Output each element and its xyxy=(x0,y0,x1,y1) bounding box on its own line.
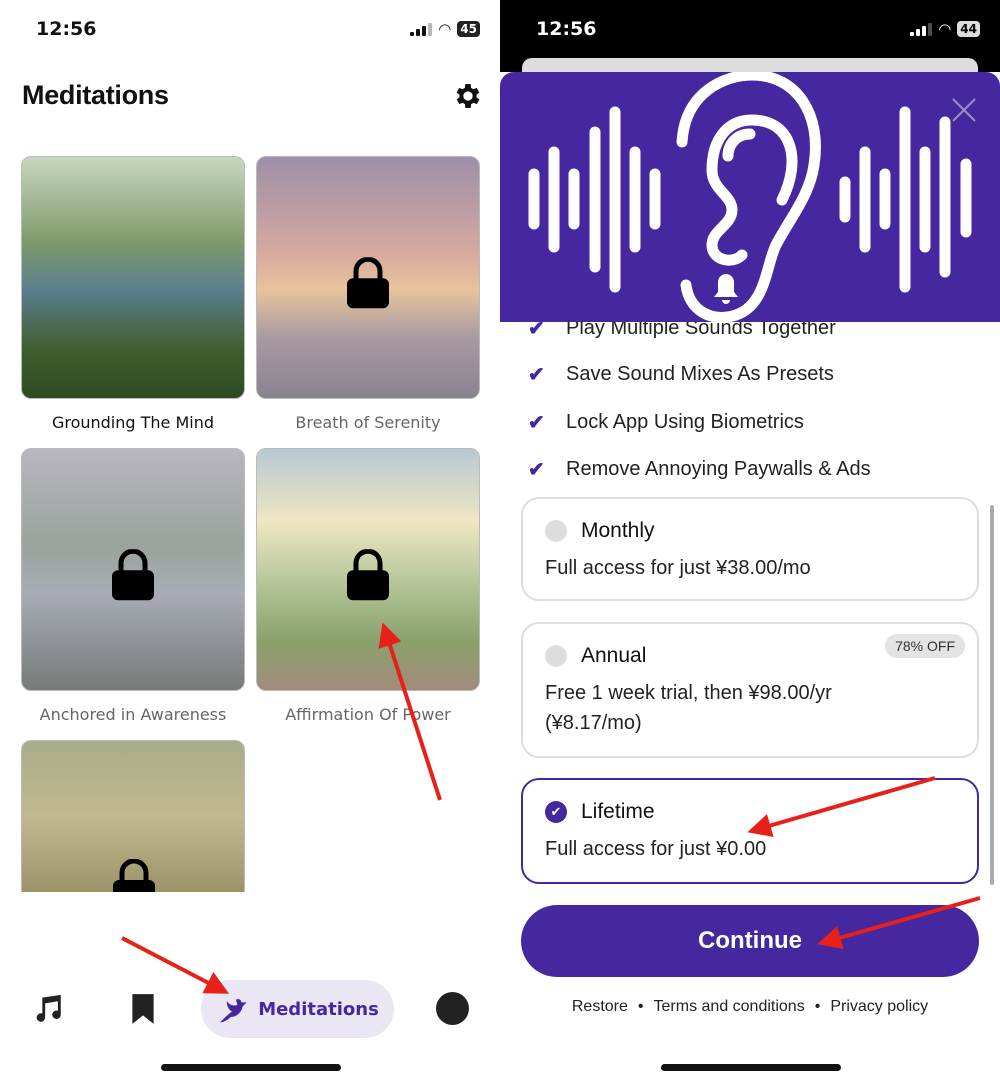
plan-annual[interactable]: 78% OFF Annual Free 1 week trial, then ¥… xyxy=(521,622,979,758)
signal-icon xyxy=(410,22,433,36)
check-icon: ✔ xyxy=(528,364,545,386)
gear-icon[interactable] xyxy=(452,80,484,112)
meditation-card[interactable] xyxy=(256,156,480,399)
lock-icon xyxy=(112,548,154,600)
card-label: Affirmation Of Power xyxy=(285,705,451,724)
card-label: Grounding The Mind xyxy=(51,413,215,432)
nav-meditations-label: Meditations xyxy=(258,998,379,1020)
plan-name: Annual xyxy=(581,644,647,667)
ear-soundwave-icon xyxy=(528,72,972,322)
page-title: Meditations xyxy=(22,80,169,110)
check-icon: ✔ xyxy=(528,459,545,481)
plan-description: Full access for just ¥38.00/mo xyxy=(545,557,811,579)
home-indicator xyxy=(661,1064,841,1071)
status-time: 12:56 xyxy=(36,18,97,40)
paywall-screen: 12:56 ◠ 44 ✔ Play Multiple Sounds Togethe… xyxy=(500,0,1000,1083)
lock-icon xyxy=(113,859,155,892)
status-time: 12:56 xyxy=(536,18,597,40)
lock-icon xyxy=(347,548,389,600)
footer-links: Restore • Terms and conditions • Privacy… xyxy=(500,998,1000,1016)
profile-circle-icon[interactable] xyxy=(436,992,469,1025)
wifi-icon: ◠ xyxy=(438,20,452,38)
privacy-link[interactable]: Privacy policy xyxy=(830,998,928,1016)
feature-item: ✔ Remove Annoying Paywalls & Ads xyxy=(528,458,871,481)
plan-name: Monthly xyxy=(581,519,655,542)
status-icons: ◠ 44 xyxy=(910,20,980,38)
status-icons: ◠ 45 xyxy=(410,20,480,38)
meditation-card[interactable] xyxy=(21,448,245,691)
separator: • xyxy=(637,998,644,1015)
separator: • xyxy=(814,998,821,1015)
lock-icon xyxy=(347,256,389,308)
plan-description: Full access for just ¥0.00 xyxy=(545,838,767,860)
plan-name: Lifetime xyxy=(581,800,655,823)
scrollbar[interactable] xyxy=(990,505,994,885)
music-note-icon[interactable] xyxy=(31,992,65,1026)
feature-item: ✔ Save Sound Mixes As Presets xyxy=(528,363,834,386)
close-icon[interactable] xyxy=(950,96,978,124)
wifi-icon: ◠ xyxy=(938,20,952,38)
plan-monthly[interactable]: Monthly Full access for just ¥38.00/mo xyxy=(521,497,979,601)
battery-icon: 45 xyxy=(457,21,480,37)
continue-button[interactable]: Continue xyxy=(521,905,979,977)
plan-lifetime[interactable]: ✔ Lifetime Full access for just ¥0.00 xyxy=(521,778,979,884)
paywall-banner xyxy=(500,72,1000,322)
plan-description: Free 1 week trial, then ¥98.00/yr xyxy=(545,682,832,704)
meditation-card[interactable] xyxy=(256,448,480,691)
restore-link[interactable]: Restore xyxy=(572,998,628,1016)
bottom-nav: Meditations xyxy=(0,980,500,1038)
plan-description-monthly: (¥8.17/mo) xyxy=(545,712,642,734)
meditations-screen: 12:56 ◠ 45 Meditations Grounding The Min… xyxy=(0,0,500,1083)
check-icon: ✔ xyxy=(528,412,545,434)
card-label: Breath of Serenity xyxy=(295,413,441,432)
bookmark-icon[interactable] xyxy=(130,992,156,1026)
radio-icon[interactable] xyxy=(545,520,567,542)
nav-meditations-tab[interactable]: Meditations xyxy=(201,980,394,1038)
radio-icon[interactable] xyxy=(545,645,567,667)
feature-item: ✔ Lock App Using Biometrics xyxy=(528,411,804,434)
terms-link[interactable]: Terms and conditions xyxy=(654,998,805,1016)
meditation-card[interactable] xyxy=(21,740,245,892)
radio-checked-icon[interactable]: ✔ xyxy=(545,801,567,823)
battery-icon: 44 xyxy=(957,21,980,37)
home-indicator xyxy=(161,1064,341,1071)
signal-icon xyxy=(910,22,933,36)
meditation-card[interactable] xyxy=(21,156,245,399)
card-label: Anchored in Awareness xyxy=(39,705,227,724)
dove-icon xyxy=(220,999,247,1023)
discount-badge: 78% OFF xyxy=(885,634,965,658)
